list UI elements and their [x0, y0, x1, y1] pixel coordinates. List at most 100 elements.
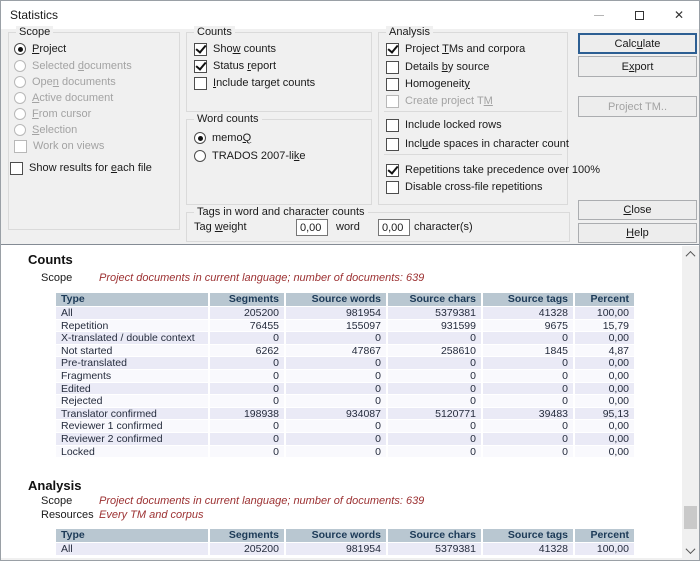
- scrollbar-thumb[interactable]: [684, 506, 697, 529]
- include-locked-rows-checkbox[interactable]: Include locked rows: [386, 118, 502, 132]
- maximize-icon: [635, 11, 644, 20]
- table-row: Reviewer 2 confirmed 0 0 0 0 0,00: [56, 433, 634, 446]
- table-cell: 0: [208, 446, 284, 458]
- table-cell: 0: [386, 395, 481, 407]
- table-cell: 0,00: [573, 420, 634, 432]
- checkbox-icon: [386, 95, 399, 108]
- table-cell: 5120771: [386, 408, 481, 420]
- table-cell: X-translated / double context: [56, 332, 208, 344]
- table-row: All 205200 981954 5379381 41328 100,00: [56, 543, 634, 556]
- header-cell: Percent: [573, 293, 634, 306]
- scroll-up-button[interactable]: [682, 246, 699, 262]
- table-cell: 41328: [481, 543, 573, 555]
- table-cell: 0,00: [573, 433, 634, 445]
- table-cell: 0: [481, 357, 573, 369]
- table-cell: 198938: [208, 408, 284, 420]
- table-cell: 0: [208, 370, 284, 382]
- table-cell: 0: [208, 332, 284, 344]
- header-cell: Source tags: [481, 529, 573, 542]
- tag-weight-char-input[interactable]: [378, 219, 410, 236]
- checkbox-icon: [386, 164, 399, 177]
- table-row: Edited 0 0 0 0 0,00: [56, 383, 634, 396]
- scroll-down-button[interactable]: [682, 542, 699, 558]
- table-cell: Pre-translated: [56, 357, 208, 369]
- close-dialog-button[interactable]: Close: [578, 200, 697, 220]
- create-project-tm-checkbox: Create project TM: [386, 94, 493, 108]
- scope-option-selection: Selection: [14, 123, 77, 137]
- table-cell: 0: [386, 357, 481, 369]
- table-cell: 0: [284, 433, 386, 445]
- table-cell: 0: [208, 395, 284, 407]
- table-cell: All: [56, 543, 208, 555]
- close-button[interactable]: ✕: [659, 1, 699, 29]
- table-cell: 0: [481, 433, 573, 445]
- vertical-scrollbar[interactable]: [682, 246, 699, 558]
- analysis-scope-value: Project documents in current language; n…: [99, 495, 424, 507]
- table-cell: 0,00: [573, 332, 634, 344]
- table-cell: Translator confirmed: [56, 408, 208, 420]
- radio-icon: [14, 92, 26, 104]
- separator: [384, 111, 562, 112]
- table-row: Repetition 76455 155097 931599 9675 15,7…: [56, 320, 634, 333]
- header-cell: Percent: [573, 529, 634, 542]
- calculate-button[interactable]: Calculate: [578, 33, 697, 54]
- details-by-source-checkbox[interactable]: Details by source: [386, 60, 489, 74]
- checkbox-icon: [194, 60, 207, 73]
- maximize-button[interactable]: [619, 1, 659, 29]
- table-cell: 0: [284, 332, 386, 344]
- trados-2007-like-radio[interactable]: TRADOS 2007-like: [194, 149, 306, 163]
- scope-option-project[interactable]: Project: [14, 42, 66, 56]
- show-counts-checkbox[interactable]: Show counts: [194, 42, 276, 56]
- table-cell: 0: [208, 383, 284, 395]
- tag-weight-word-input[interactable]: [296, 219, 328, 236]
- table-header-row: Type Segments Source words Source chars …: [56, 293, 634, 307]
- table-cell: 0,00: [573, 370, 634, 382]
- disable-cross-file-repetitions-checkbox[interactable]: Disable cross-file repetitions: [386, 180, 543, 194]
- table-cell: 95,13: [573, 408, 634, 420]
- table-cell: 0: [386, 446, 481, 458]
- project-tms-and-corpora-checkbox[interactable]: Project TMs and corpora: [386, 42, 525, 56]
- table-cell: Not started: [56, 345, 208, 357]
- table-cell: 5379381: [386, 307, 481, 319]
- word-unit-label: word: [336, 221, 360, 233]
- table-cell: 6262: [208, 345, 284, 357]
- show-results-for-each-file-checkbox[interactable]: Show results for each file: [10, 161, 152, 175]
- table-row: Rejected 0 0 0 0 0,00: [56, 395, 634, 408]
- header-cell: Source words: [284, 529, 386, 542]
- homogeneity-checkbox[interactable]: Homogeneity: [386, 77, 470, 91]
- include-target-counts-checkbox[interactable]: Include target counts: [194, 76, 315, 90]
- analysis-scope-label: Scope: [41, 495, 72, 507]
- memoq-radio[interactable]: memoQ: [194, 131, 251, 145]
- header-cell: Segments: [208, 293, 284, 306]
- header-cell: Segments: [208, 529, 284, 542]
- word-counts-group-label: Word counts: [194, 113, 262, 125]
- table-row: Reviewer 1 confirmed 0 0 0 0 0,00: [56, 420, 634, 433]
- table-header-row: Type Segments Source words Source chars …: [56, 529, 634, 543]
- include-spaces-checkbox[interactable]: Include spaces in character count: [386, 137, 569, 151]
- table-cell: Locked: [56, 446, 208, 458]
- results-panel: Counts Scope Project documents in curren…: [1, 244, 699, 558]
- help-button[interactable]: Help: [578, 223, 697, 243]
- chevron-up-icon: [686, 250, 696, 260]
- counts-scope-label: Scope: [41, 272, 72, 284]
- table-cell: 4,87: [573, 345, 634, 357]
- table-cell: 0: [481, 370, 573, 382]
- table-cell: 0: [386, 383, 481, 395]
- status-report-checkbox[interactable]: Status report: [194, 59, 276, 73]
- tag-weight-label: Tag weight: [194, 221, 247, 233]
- repetitions-precedence-checkbox[interactable]: Repetitions take precedence over 100%: [386, 163, 600, 177]
- checkbox-icon: [386, 61, 399, 74]
- table-cell: 0: [481, 395, 573, 407]
- table-cell: 39483: [481, 408, 573, 420]
- scope-option-active-document: Active document: [14, 91, 113, 105]
- scope-group-label: Scope: [16, 26, 53, 38]
- checkbox-icon: [386, 43, 399, 56]
- analysis-group-label: Analysis: [386, 26, 433, 38]
- table-cell: 0: [284, 370, 386, 382]
- analysis-section-heading: Analysis: [28, 478, 81, 493]
- counts-table: Type Segments Source words Source chars …: [56, 293, 634, 458]
- table-cell: 931599: [386, 320, 481, 332]
- table-cell: 155097: [284, 320, 386, 332]
- table-cell: 0: [386, 433, 481, 445]
- export-button[interactable]: Export: [578, 56, 697, 77]
